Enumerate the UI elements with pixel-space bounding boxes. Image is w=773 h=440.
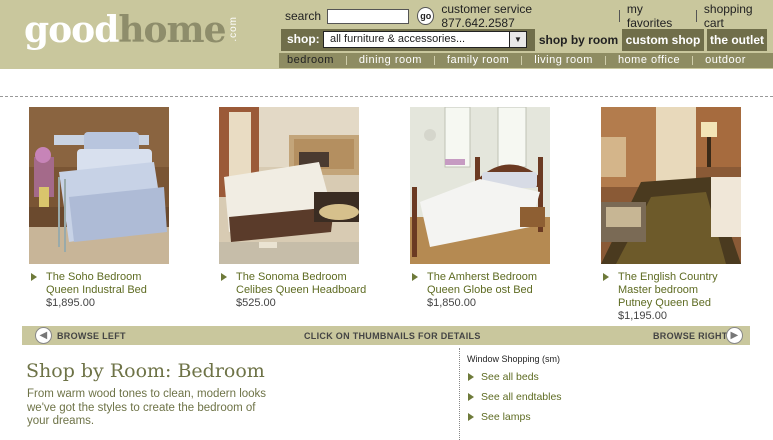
page-title: Shop by Room: Bedroom <box>26 360 265 382</box>
product-name[interactable]: The Soho Bedroom <box>46 271 189 284</box>
window-shopping-title: Window Shopping (sm) <box>467 354 561 364</box>
divider <box>345 56 347 65</box>
arrow-right-icon <box>468 393 474 401</box>
product-name[interactable]: The English Country <box>618 271 761 284</box>
search-go-button[interactable]: go <box>417 7 435 25</box>
customer-service-link[interactable]: customer service 877.642.2587 <box>441 2 602 30</box>
product-thumbnail[interactable] <box>410 107 550 264</box>
product-name[interactable]: Queen Industral Bed <box>46 284 189 297</box>
search-label: search <box>285 9 322 23</box>
divider <box>618 10 620 22</box>
product-name[interactable]: Master bedroom <box>618 284 761 297</box>
arrow-right-icon <box>412 273 418 281</box>
room-nav-bedroom[interactable]: bedroom <box>279 53 342 68</box>
product-price: $1,195.00 <box>618 310 667 322</box>
arrow-right-icon <box>221 273 227 281</box>
product-name[interactable]: The Sonoma Bedroom <box>236 271 379 284</box>
arrow-right-icon <box>468 373 474 381</box>
logo-good: good <box>24 9 119 51</box>
product-info[interactable]: The English Country Master bedroom Putne… <box>601 271 761 323</box>
browse-right-link[interactable]: BROWSE RIGHT <box>653 331 728 341</box>
product-card: The Amherst Bedroom Queen Globe ost Bed … <box>410 107 570 310</box>
product-name[interactable]: The Amherst Bedroom <box>427 271 570 284</box>
tab-the-outlet[interactable]: the outlet <box>707 29 767 51</box>
room-nav: bedroom dining room family room living r… <box>279 53 773 68</box>
product-card: The Soho Bedroom Queen Industral Bed $1,… <box>29 107 189 310</box>
product-thumbnail[interactable] <box>29 107 169 264</box>
utility-links: search go customer service 877.642.2587 … <box>285 2 773 30</box>
product-name[interactable]: Putney Queen Bed <box>618 297 761 310</box>
search-input[interactable] <box>327 8 410 24</box>
logo-home: home <box>118 9 226 51</box>
browse-left-link[interactable]: BROWSE LEFT <box>57 331 126 341</box>
see-all-beds-link[interactable]: See all beds <box>481 371 539 383</box>
site-header: good home .com search go customer servic… <box>0 0 773 69</box>
arrow-right-icon <box>603 273 609 281</box>
product-price: $525.00 <box>236 297 276 309</box>
list-item[interactable]: See all endtables <box>467 391 562 411</box>
shopping-cart-link[interactable]: shopping cart <box>704 2 773 30</box>
divider <box>521 56 523 65</box>
product-info[interactable]: The Sonoma Bedroom Celibes Queen Headboa… <box>219 271 379 310</box>
divider <box>692 56 694 65</box>
window-shopping-list: See all beds See all endtables See lamps <box>467 371 562 431</box>
room-description: From warm wood tones to clean, modern lo… <box>27 388 267 427</box>
room-nav-living-room[interactable]: living room <box>526 53 601 68</box>
room-nav-family-room[interactable]: family room <box>439 53 517 68</box>
arrow-right-icon <box>31 273 37 281</box>
arrow-right-icon <box>468 413 474 421</box>
shop-select-value: all furniture & accessories... <box>330 33 466 45</box>
product-name[interactable]: Celibes Queen Headboard <box>236 284 379 297</box>
see-all-endtables-link[interactable]: See all endtables <box>481 391 562 403</box>
shop-category-select[interactable]: all furniture & accessories... ▼ <box>323 31 527 48</box>
thumbnail-hint: CLICK ON THUMBNAILS FOR DETAILS <box>304 331 481 341</box>
list-item[interactable]: See lamps <box>467 411 562 431</box>
product-card: The Sonoma Bedroom Celibes Queen Headboa… <box>219 107 379 310</box>
browse-bar: ◀ BROWSE LEFT CLICK ON THUMBNAILS FOR DE… <box>22 326 750 345</box>
my-favorites-link[interactable]: my favorites <box>627 2 689 30</box>
list-item[interactable]: See all beds <box>467 371 562 391</box>
shop-label: shop: <box>287 32 320 46</box>
dotted-divider <box>0 96 773 97</box>
product-info[interactable]: The Amherst Bedroom Queen Globe ost Bed … <box>410 271 570 310</box>
product-price: $1,850.00 <box>427 297 476 309</box>
divider <box>433 56 435 65</box>
divider <box>604 56 606 65</box>
browse-left-arrow-icon[interactable]: ◀ <box>35 327 52 344</box>
room-nav-home-office[interactable]: home office <box>610 53 688 68</box>
room-nav-dining-room[interactable]: dining room <box>351 53 430 68</box>
divider <box>695 10 697 22</box>
product-name[interactable]: Queen Globe ost Bed <box>427 284 570 297</box>
product-card: The English Country Master bedroom Putne… <box>601 107 761 323</box>
tab-shop-by-room[interactable]: shop by room <box>535 29 622 51</box>
browse-right-arrow-icon[interactable]: ▶ <box>726 327 743 344</box>
site-logo[interactable]: good home .com <box>24 8 239 58</box>
product-thumbnail[interactable] <box>219 107 359 264</box>
dotted-divider <box>459 348 460 440</box>
logo-dotcom: .com <box>227 16 239 42</box>
product-info[interactable]: The Soho Bedroom Queen Industral Bed $1,… <box>29 271 189 310</box>
shop-bar: shop: all furniture & accessories... ▼ s… <box>281 29 767 51</box>
product-thumbnail[interactable] <box>601 107 741 264</box>
chevron-down-icon[interactable]: ▼ <box>509 32 526 47</box>
tab-custom-shop[interactable]: custom shop <box>622 29 704 51</box>
room-nav-outdoor[interactable]: outdoor <box>697 53 754 68</box>
see-lamps-link[interactable]: See lamps <box>481 411 531 423</box>
product-price: $1,895.00 <box>46 297 95 309</box>
